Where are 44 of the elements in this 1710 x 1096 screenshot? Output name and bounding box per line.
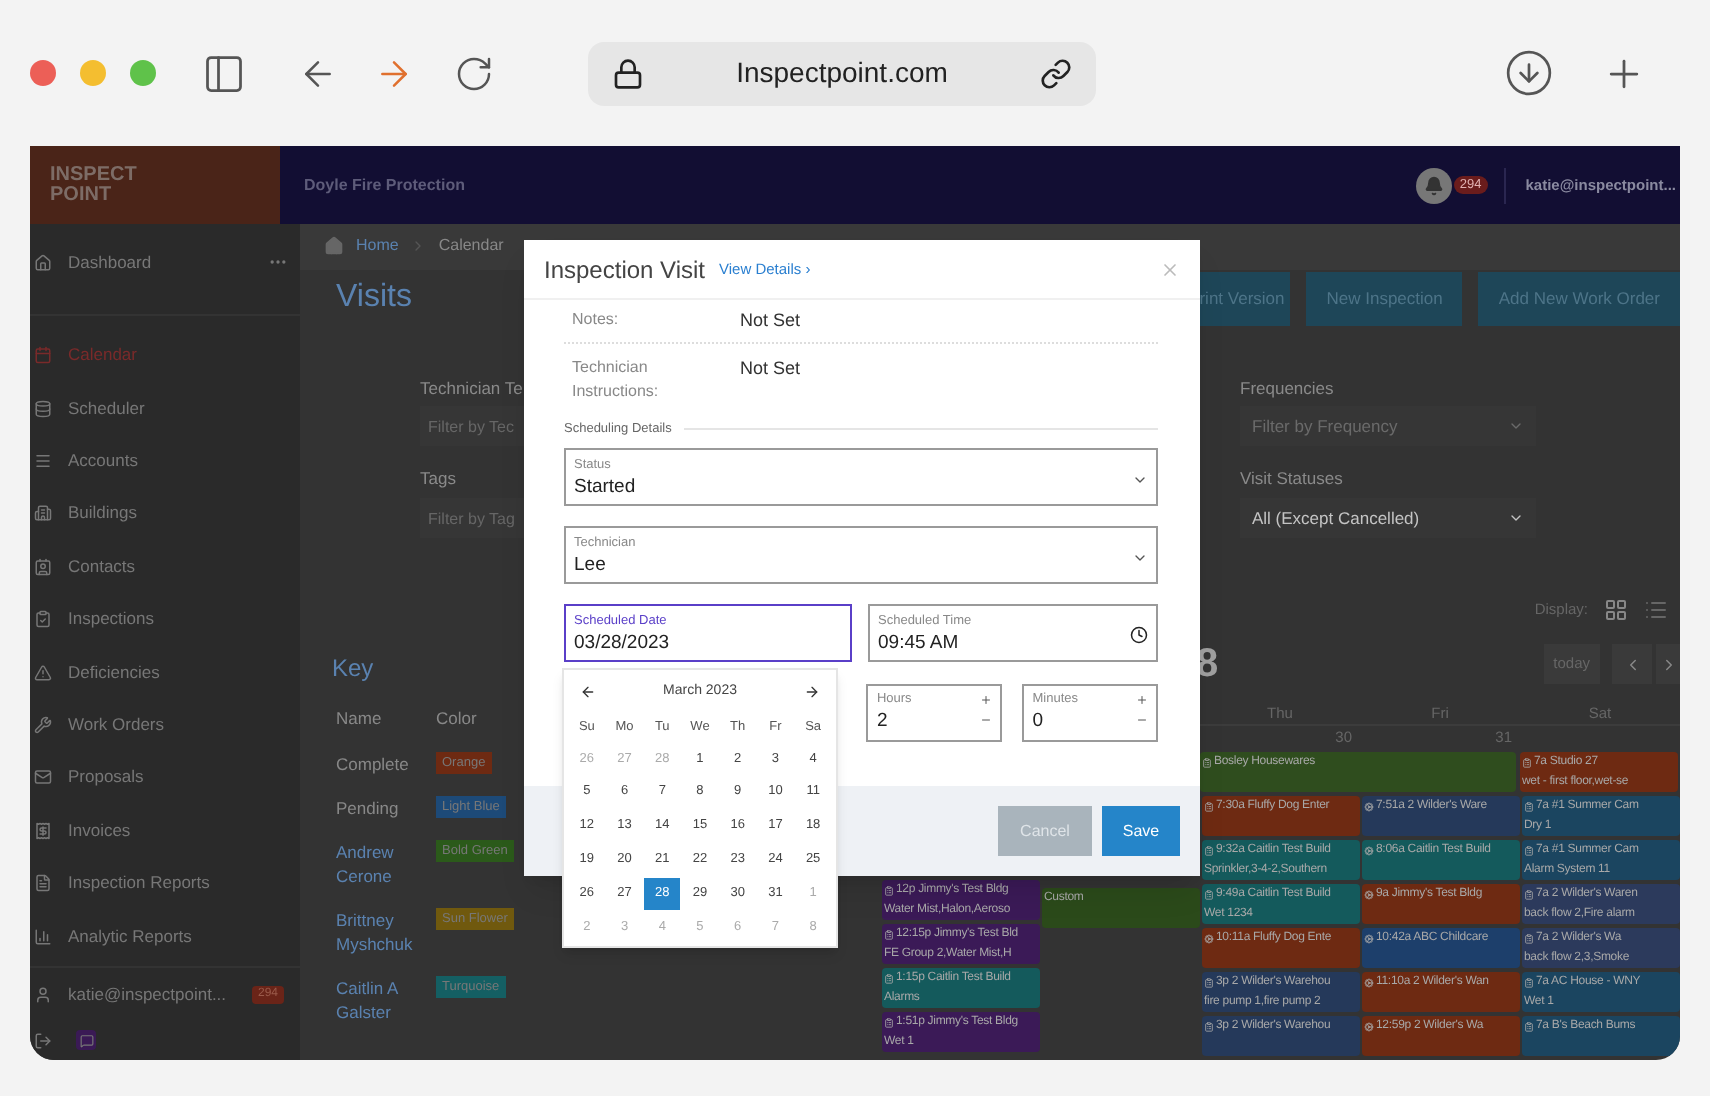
sidebar-item[interactable]: Contacts xyxy=(30,540,300,593)
detail-label: Notes: xyxy=(572,308,621,332)
sidebar-item[interactable]: Analytic Reports xyxy=(30,909,300,963)
detail-value: Not Set xyxy=(740,308,801,332)
field-value: 09:45 AM xyxy=(878,630,961,657)
field-value: 0 xyxy=(1032,707,1046,734)
key-name[interactable]: Brittney Myshchuk xyxy=(336,907,436,976)
filter-label: Frequencies xyxy=(1240,375,1336,401)
key-name[interactable]: Caitlin A Galster xyxy=(336,975,436,1044)
sidebar-item[interactable]: Scheduler xyxy=(30,381,300,435)
field-value: Started xyxy=(574,474,636,501)
save-button[interactable]: Save xyxy=(1102,806,1180,856)
filter-label: Tags xyxy=(420,466,458,492)
logo[interactable]: INSPECT POINT xyxy=(30,146,280,224)
sidebar-item[interactable]: Dashboard xyxy=(30,236,300,289)
sidebar-item[interactable]: Work Orders xyxy=(30,698,300,752)
sidebar-item[interactable]: Inspections xyxy=(30,592,300,646)
company-name: Doyle Fire Protection xyxy=(304,173,465,197)
page-title: Visits xyxy=(336,278,412,318)
field-value: 2 xyxy=(876,707,890,734)
sidebar-item[interactable]: Invoices xyxy=(30,804,300,857)
filter-label: Technician Te xyxy=(420,375,524,401)
key-name[interactable]: Andrew Cerone xyxy=(336,839,436,908)
sidebar-item[interactable]: Inspection Reports xyxy=(30,856,300,910)
sidebar-item[interactable]: Accounts xyxy=(30,434,300,488)
column-header: Name xyxy=(336,706,384,732)
sidebar-item[interactable]: Buildings xyxy=(30,487,300,541)
breadcrumb-link[interactable]: Home xyxy=(356,234,399,259)
detail-value: Not Set xyxy=(740,356,801,382)
detail-label: Technician Instructions: xyxy=(572,356,661,404)
key-name: Complete xyxy=(336,751,411,778)
field-value: 03/28/2023 xyxy=(574,630,670,657)
url-text: Inspectpoint.com xyxy=(734,54,950,92)
sidebar-item[interactable]: Deficiencies xyxy=(30,645,300,699)
key-name: Pending xyxy=(336,795,401,822)
address-bar[interactable]: Inspectpoint.com xyxy=(588,41,1096,105)
column-header: Color xyxy=(436,706,479,732)
breadcrumb-link[interactable]: Calendar xyxy=(438,234,504,259)
key-title: Key xyxy=(332,652,376,686)
dialog-title: Inspection Visit xyxy=(544,253,705,287)
field-value: Lee xyxy=(574,552,608,579)
sidebar-item[interactable]: Proposals xyxy=(30,751,300,805)
user-email[interactable]: katie@inspectpoint... xyxy=(68,981,236,1008)
filter-label: Visit Statuses xyxy=(1240,466,1345,492)
